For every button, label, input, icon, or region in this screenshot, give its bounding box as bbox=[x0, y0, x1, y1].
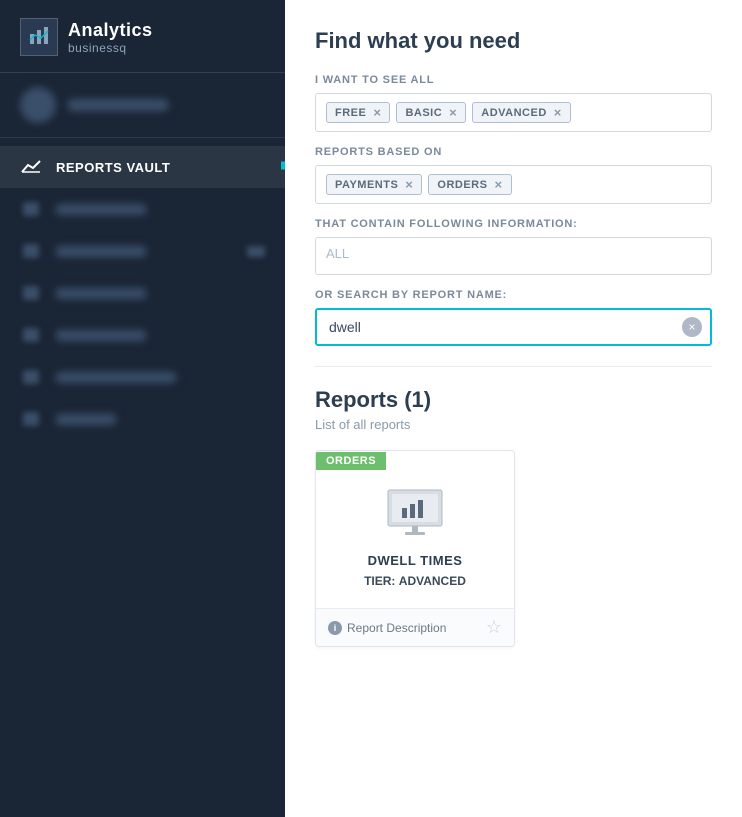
sidebar-item-2[interactable] bbox=[0, 188, 285, 230]
tag-payments-label: PAYMENTS bbox=[335, 179, 398, 191]
results-section: Reports (1) List of all reports ORDERS bbox=[315, 387, 712, 647]
report-card-badge: ORDERS bbox=[316, 451, 514, 470]
tag-payments[interactable]: PAYMENTS × bbox=[326, 174, 422, 195]
tag-advanced-label: ADVANCED bbox=[481, 107, 547, 119]
report-card-footer: i Report Description ☆ bbox=[316, 608, 514, 646]
arrow-indicator bbox=[281, 152, 285, 183]
main-content: Find what you need I WANT TO SEE ALL FRE… bbox=[285, 0, 742, 817]
info-filter-label: THAT CONTAIN FOLLOWING INFORMATION: bbox=[315, 218, 712, 230]
sidebar-item-4[interactable] bbox=[0, 272, 285, 314]
sidebar-item-5[interactable] bbox=[0, 314, 285, 356]
logo-icon bbox=[20, 18, 58, 56]
user-name-blur bbox=[68, 99, 168, 111]
tag-free[interactable]: FREE × bbox=[326, 102, 390, 123]
search-input[interactable] bbox=[315, 308, 712, 346]
item6-icon bbox=[20, 368, 42, 386]
app-title: Analytics bbox=[68, 20, 153, 41]
item4-icon bbox=[20, 284, 42, 302]
info-tags-container[interactable]: ALL bbox=[315, 237, 712, 275]
report-card-name: DWELL TIMES bbox=[368, 553, 463, 568]
sidebar-item-label-blur bbox=[56, 330, 146, 341]
item5-icon bbox=[20, 326, 42, 344]
search-clear-button[interactable]: × bbox=[682, 317, 702, 337]
item2-icon bbox=[20, 200, 42, 218]
tier-filter-label: I WANT TO SEE ALL bbox=[315, 74, 712, 86]
sidebar-item-7[interactable] bbox=[0, 398, 285, 440]
clear-icon: × bbox=[688, 320, 695, 334]
app-title-block: Analytics businessq bbox=[68, 20, 153, 55]
sidebar-item-label-blur bbox=[56, 372, 176, 383]
report-card-body: DWELL TIMES TIER: ADVANCED bbox=[316, 470, 514, 608]
section-divider bbox=[315, 366, 712, 367]
page-title: Find what you need bbox=[315, 28, 712, 54]
sidebar: Analytics businessq REPORTS VAULT bbox=[0, 0, 285, 817]
results-subtitle: List of all reports bbox=[315, 417, 712, 432]
tag-free-remove[interactable]: × bbox=[373, 106, 381, 119]
sidebar-header: Analytics businessq bbox=[0, 0, 285, 73]
report-card-tier: TIER: ADVANCED bbox=[364, 574, 466, 588]
favorite-star-icon[interactable]: ☆ bbox=[486, 617, 502, 638]
tag-basic-label: BASIC bbox=[405, 107, 442, 119]
based-on-filter-label: REPORTS BASED ON bbox=[315, 146, 712, 158]
sidebar-item-badge bbox=[247, 246, 265, 257]
info-filter-section: THAT CONTAIN FOLLOWING INFORMATION: ALL bbox=[315, 218, 712, 275]
info-placeholder: ALL bbox=[326, 246, 349, 266]
tag-basic-remove[interactable]: × bbox=[449, 106, 457, 119]
sidebar-item-label: REPORTS VAULT bbox=[56, 160, 170, 175]
tag-free-label: FREE bbox=[335, 107, 366, 119]
tier-tags-container[interactable]: FREE × BASIC × ADVANCED × bbox=[315, 93, 712, 132]
sidebar-item-6[interactable] bbox=[0, 356, 285, 398]
sidebar-item-label-blur bbox=[56, 246, 146, 257]
item3-icon bbox=[20, 242, 42, 260]
tag-orders[interactable]: ORDERS × bbox=[428, 174, 511, 195]
item7-icon bbox=[20, 410, 42, 428]
tag-advanced[interactable]: ADVANCED × bbox=[472, 102, 571, 123]
sidebar-nav: REPORTS VAULT bbox=[0, 138, 285, 817]
sidebar-item-3[interactable] bbox=[0, 230, 285, 272]
chart-icon bbox=[20, 158, 42, 176]
sidebar-item-reports-vault[interactable]: REPORTS VAULT bbox=[0, 146, 285, 188]
report-card[interactable]: ORDERS bbox=[315, 450, 515, 647]
tag-orders-remove[interactable]: × bbox=[494, 178, 502, 191]
report-desc-label: Report Description bbox=[347, 621, 446, 635]
sidebar-item-label-blur bbox=[56, 414, 116, 425]
based-on-filter-section: REPORTS BASED ON PAYMENTS × ORDERS × bbox=[315, 146, 712, 204]
results-title: Reports (1) bbox=[315, 387, 712, 413]
tag-basic[interactable]: BASIC × bbox=[396, 102, 466, 123]
tag-payments-remove[interactable]: × bbox=[405, 178, 413, 191]
tag-orders-label: ORDERS bbox=[437, 179, 487, 191]
report-description-link[interactable]: i Report Description bbox=[328, 621, 446, 635]
sidebar-user bbox=[0, 73, 285, 138]
report-icon bbox=[380, 486, 450, 541]
sidebar-item-label-blur bbox=[56, 288, 146, 299]
app-subtitle: businessq bbox=[68, 41, 153, 55]
info-icon: i bbox=[328, 621, 342, 635]
search-section: OR SEARCH BY REPORT NAME: × bbox=[315, 289, 712, 346]
avatar bbox=[20, 87, 56, 123]
based-on-tags-container[interactable]: PAYMENTS × ORDERS × bbox=[315, 165, 712, 204]
search-label: OR SEARCH BY REPORT NAME: bbox=[315, 289, 712, 301]
tag-advanced-remove[interactable]: × bbox=[554, 106, 562, 119]
sidebar-item-label-blur bbox=[56, 204, 146, 215]
search-input-container: × bbox=[315, 308, 712, 346]
tier-filter-section: I WANT TO SEE ALL FREE × BASIC × ADVANCE… bbox=[315, 74, 712, 132]
